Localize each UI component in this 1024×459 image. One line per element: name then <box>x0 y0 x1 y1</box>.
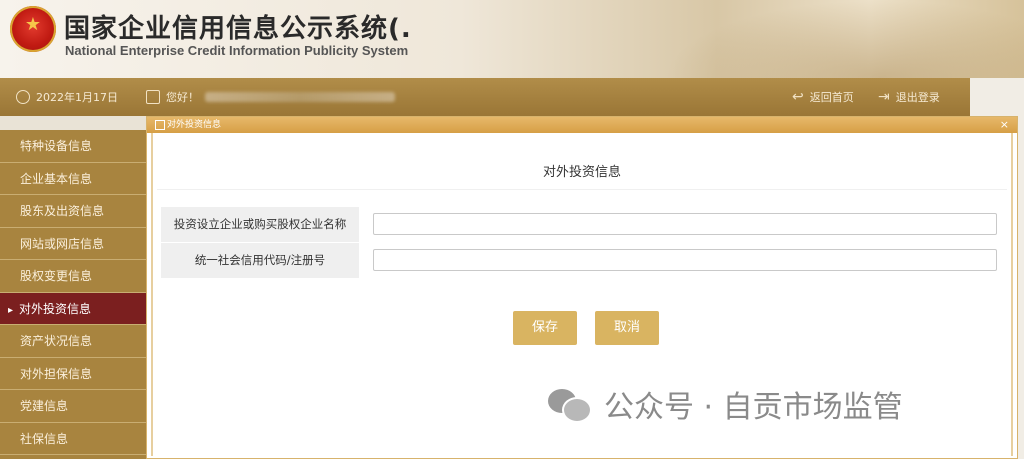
back-home-label: 返回首页 <box>809 91 854 104</box>
header-decoration <box>664 0 1024 78</box>
save-button[interactable]: 保存 <box>513 311 577 345</box>
clock-icon <box>16 90 30 104</box>
form-row-credit-code: 统一社会信用代码/注册号 <box>161 243 1001 278</box>
window-icon <box>155 120 165 130</box>
top-bar: 2022年1月17日 您好！ ↩ 返回首页 ⇥ 退出登录 <box>0 78 970 116</box>
sidebar-item-equity-changes[interactable]: 股权变更信息 <box>0 260 146 293</box>
sidebar-item-assets[interactable]: 资产状况信息 <box>0 325 146 358</box>
close-icon[interactable]: × <box>1000 117 1009 133</box>
watermark: 公众号 · 自贡市场监管 <box>548 382 903 426</box>
site-header: 国家企业信用信息公示系统(. National Enterprise Credi… <box>0 0 1024 78</box>
sidebar-item-investments[interactable]: 对外投资信息 <box>0 292 146 325</box>
logout-label: 退出登录 <box>895 91 940 104</box>
logout-link[interactable]: ⇥ 退出登录 <box>878 89 940 105</box>
form-heading: 对外投资信息 <box>542 165 621 180</box>
form-row-company-name: 投资设立企业或购买股权企业名称 <box>161 207 1001 242</box>
form-table: 投资设立企业或购买股权企业名称 统一社会信用代码/注册号 <box>161 207 1001 279</box>
company-name-input[interactable] <box>373 213 997 235</box>
sidebar-item-special-equipment[interactable]: 特种设备信息 <box>0 130 146 163</box>
logout-icon: ⇥ <box>878 89 890 105</box>
watermark-text: 公众号 · 自贡市场监管 <box>604 390 903 425</box>
sidebar-nav: 特种设备信息 企业基本信息 股东及出资信息 网站或网店信息 股权变更信息 对外投… <box>0 130 146 459</box>
dialog-titlebar[interactable]: 对外投资信息 × <box>147 117 1017 133</box>
back-home-link[interactable]: ↩ 返回首页 <box>792 89 854 105</box>
date-display: 2022年1月17日 <box>16 89 118 105</box>
sidebar-item-guarantees[interactable]: 对外担保信息 <box>0 358 146 390</box>
sidebar-item-shareholders[interactable]: 股东及出资信息 <box>0 195 146 228</box>
site-title: 国家企业信用信息公示系统(. <box>64 14 412 44</box>
site-subtitle: National Enterprise Credit Information P… <box>65 43 409 58</box>
credit-code-label: 统一社会信用代码/注册号 <box>161 243 359 278</box>
cancel-button[interactable]: 取消 <box>595 311 659 345</box>
user-greeting: 您好！ <box>146 89 395 105</box>
date-text: 2022年1月17日 <box>36 91 118 104</box>
national-emblem-icon <box>10 6 56 52</box>
user-icon <box>146 90 160 104</box>
sidebar-item-basic-info[interactable]: 企业基本信息 <box>0 163 146 195</box>
sidebar-item-party-building[interactable]: 党建信息 <box>0 390 146 423</box>
greeting-text: 您好！ <box>166 91 199 104</box>
divider <box>157 189 1007 190</box>
sidebar-item-social-security[interactable]: 社保信息 <box>0 423 146 455</box>
credit-code-input[interactable] <box>373 249 997 271</box>
return-arrow-icon: ↩ <box>792 89 804 105</box>
redacted-company-name <box>205 92 395 102</box>
dialog-title: 对外投资信息 <box>167 120 222 130</box>
company-name-label: 投资设立企业或购买股权企业名称 <box>161 207 359 242</box>
sidebar-item-websites[interactable]: 网站或网店信息 <box>0 228 146 260</box>
wechat-icon <box>548 387 592 423</box>
